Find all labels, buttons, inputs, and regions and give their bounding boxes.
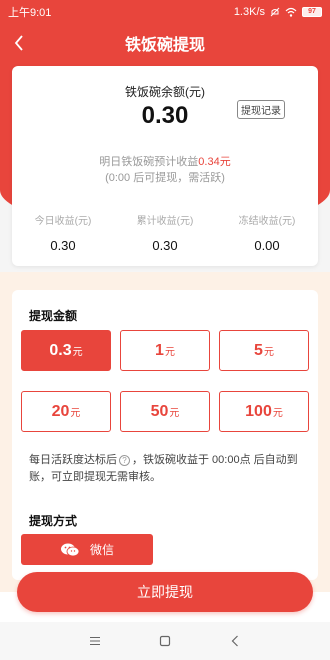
amount-option-50[interactable]: 50 元: [120, 391, 210, 432]
amount-option-20[interactable]: 20 元: [21, 391, 111, 432]
stat-total: 累计收益(元) 0.30: [114, 212, 216, 253]
amount-option-0-3[interactable]: 0.3 元: [21, 330, 111, 371]
status-bar: 上午9:01 1.3K/s 97: [0, 0, 330, 24]
withdraw-now-button[interactable]: 立即提现: [17, 572, 313, 612]
stat-value: 0.30: [152, 238, 178, 253]
chevron-left-icon: [231, 635, 238, 647]
forecast-text: 明日铁饭碗预计收益0.34元: [12, 153, 318, 169]
balance-label: 铁饭碗余额(元): [125, 85, 205, 99]
withdraw-rule-text: 每日活跃度达标后? ，铁饭碗收益于 00:00点 后自动到账，可立即提现无需审核。: [29, 452, 309, 486]
stat-label: 累计收益(元): [136, 216, 194, 227]
status-time: 上午9:01: [8, 7, 52, 19]
help-icon[interactable]: ?: [119, 454, 130, 466]
amount-option-1[interactable]: 1元: [120, 330, 210, 371]
page-title: 铁饭碗提现: [124, 37, 205, 54]
mute-icon: [270, 7, 280, 17]
wechat-icon: [60, 543, 80, 556]
stat-label: 冻结收益(元): [238, 216, 296, 227]
back-button[interactable]: [6, 30, 32, 56]
amount-section-title: 提现金额: [29, 309, 78, 323]
stat-frozen: 冻结收益(元) 0.00: [216, 212, 318, 253]
wifi-icon: [285, 7, 297, 17]
menu-button[interactable]: [85, 631, 105, 651]
balance-card: 铁饭碗余额(元) 0.30 提现记录 明日铁饭碗预计收益0.34元 (0:00 …: [12, 66, 318, 266]
amount-option-100[interactable]: 100 元: [219, 391, 309, 432]
forecast-amount: 0.34元: [198, 156, 231, 168]
forecast-note: (0:00 后可提现，需活跃): [105, 172, 225, 184]
stat-value: 0.30: [50, 238, 76, 253]
home-button[interactable]: [155, 631, 175, 651]
method-section-title: 提现方式: [29, 514, 78, 528]
wechat-label: 微信: [89, 543, 114, 557]
rule-text-before: 每日活跃度达标后: [29, 454, 117, 466]
withdraw-record-button[interactable]: 提现记录: [237, 100, 285, 119]
square-icon: [159, 635, 171, 647]
system-nav-bar: [0, 622, 330, 660]
stat-label: 今日收益(元): [34, 216, 92, 227]
forecast-prefix: 明日铁饭碗预计收益: [99, 156, 199, 168]
stat-today: 今日收益(元) 0.30: [12, 212, 114, 253]
network-speed: 1.3K/s: [233, 6, 265, 18]
menu-icon: [90, 637, 100, 645]
stats-row: 今日收益(元) 0.30 累计收益(元) 0.30 冻结收益(元) 0.00: [12, 212, 318, 253]
chevron-left-icon: [14, 35, 23, 51]
status-indicators: 1.3K/s 97: [234, 6, 322, 18]
nav-bar: 铁饭碗提现: [0, 24, 330, 62]
wechat-method-button[interactable]: 微信: [21, 534, 153, 565]
battery-icon: 97: [302, 7, 322, 17]
system-back-button[interactable]: [225, 631, 245, 651]
withdraw-card: 提现金额 0.3 元 1元 5元 20 元 50 元 100 元 每日活跃度达标后? ，铁…: [12, 290, 318, 580]
stat-value: 0.00: [254, 238, 280, 253]
amount-option-5[interactable]: 5元: [219, 330, 309, 371]
